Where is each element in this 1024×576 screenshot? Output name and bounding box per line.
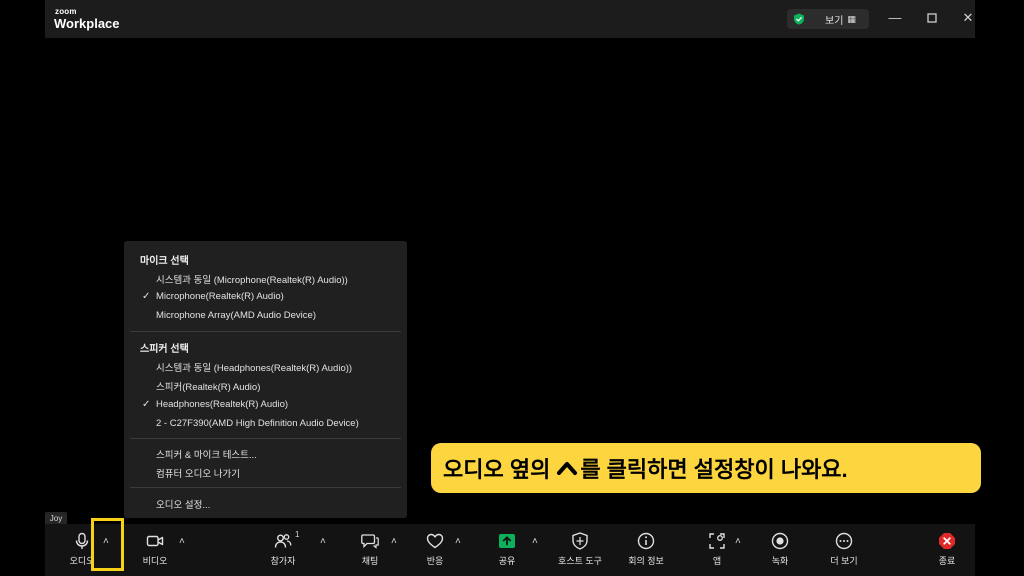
end-label: 종료 xyxy=(938,556,956,566)
apps-options-caret[interactable]: ˄ xyxy=(735,536,741,547)
test-speaker-mic-item[interactable]: 스피커 & 마이크 테스트... xyxy=(156,447,257,461)
chat-icon xyxy=(361,534,379,549)
mic-option-system[interactable]: 시스템과 동일 (Microphone(Realtek(R) Audio)) xyxy=(156,272,348,286)
more-dots-icon xyxy=(835,532,853,550)
speaker-option-realtek[interactable]: 스피커(Realtek(R) Audio) xyxy=(156,379,260,393)
meeting-toolbar: 오디오 ˄ 비디오 ˄ 참가자 1 ˄ 채팅 ˄ 반응 ˄ 공유 ˄ 호스트 도… xyxy=(45,524,975,576)
apps-icon xyxy=(709,533,725,549)
leave-computer-audio-item[interactable]: 컴퓨터 오디오 나가기 xyxy=(156,466,240,480)
audio-options-menu: 마이크 선택 시스템과 동일 (Microphone(Realtek(R) Au… xyxy=(124,241,407,518)
mic-section-header: 마이크 선택 xyxy=(140,256,189,267)
chat-button[interactable]: 채팅 xyxy=(355,524,385,576)
menu-divider xyxy=(130,438,401,439)
video-button[interactable]: 비디오 xyxy=(139,524,171,576)
chat-options-caret[interactable]: ˄ xyxy=(391,536,397,547)
microphone-icon xyxy=(75,532,89,549)
close-icon[interactable]: ✕ xyxy=(960,10,976,26)
audio-settings-item[interactable]: 오디오 설정... xyxy=(156,497,210,511)
meeting-info-button[interactable]: 회의 정보 xyxy=(623,524,669,576)
video-camera-icon xyxy=(146,535,164,547)
more-button[interactable]: 더 보기 xyxy=(827,524,861,576)
app-logo: Workplace xyxy=(54,16,120,31)
share-button[interactable]: 공유 xyxy=(492,524,522,576)
share-label: 공유 xyxy=(498,556,516,566)
grid-icon: ▦ xyxy=(847,13,856,24)
check-icon: ✓ xyxy=(142,291,151,302)
security-shield-icon xyxy=(794,13,804,25)
callout-text-before: 오디오 옆의 xyxy=(443,457,551,482)
apps-button[interactable]: 앱 xyxy=(705,524,729,576)
meeting-info-label: 회의 정보 xyxy=(628,556,664,566)
host-tools-button[interactable]: 호스트 도구 xyxy=(558,524,602,576)
video-options-caret[interactable]: ˄ xyxy=(179,536,185,547)
app-logo-small: zoom xyxy=(55,7,77,16)
maximize-icon[interactable] xyxy=(924,10,940,26)
speaker-option-c27f390[interactable]: 2 - C27F390(AMD High Definition Audio De… xyxy=(156,418,359,429)
participants-label: 참가자 xyxy=(270,556,296,566)
title-bar: zoom Workplace 보기 ▦ — ✕ xyxy=(45,0,975,38)
minimize-icon[interactable]: — xyxy=(887,10,903,26)
reactions-options-caret[interactable]: ˄ xyxy=(455,536,461,547)
heart-icon xyxy=(426,533,444,549)
info-icon xyxy=(637,532,655,550)
instruction-callout: 오디오 옆의 를 클릭하면 설정창이 나와요. xyxy=(431,443,981,493)
menu-divider xyxy=(130,487,401,488)
participants-icon xyxy=(274,534,292,548)
record-icon xyxy=(771,532,789,550)
apps-label: 앱 xyxy=(712,556,722,566)
share-options-caret[interactable]: ˄ xyxy=(532,536,538,547)
host-tools-label: 호스트 도구 xyxy=(558,556,602,566)
end-meeting-button[interactable]: 종료 xyxy=(933,524,961,576)
speaker-section-header: 스피커 선택 xyxy=(140,344,189,355)
check-icon: ✓ xyxy=(142,399,151,410)
mic-option-array[interactable]: Microphone Array(AMD Audio Device) xyxy=(156,310,316,321)
speaker-option-system[interactable]: 시스템과 동일 (Headphones(Realtek(R) Audio)) xyxy=(156,360,352,374)
participants-count: 1 xyxy=(295,530,300,539)
reactions-label: 반응 xyxy=(426,556,444,566)
more-label: 더 보기 xyxy=(830,556,858,566)
audio-caret-highlight xyxy=(91,518,124,571)
menu-divider xyxy=(130,331,401,332)
callout-text-after: 를 클릭하면 설정창이 나와요. xyxy=(580,457,848,482)
speaker-option-headphones[interactable]: Headphones(Realtek(R) Audio) xyxy=(156,399,288,410)
end-x-icon xyxy=(939,533,955,549)
host-tools-shield-icon xyxy=(572,532,588,550)
view-button[interactable]: 보기 ▦ xyxy=(787,9,869,29)
chat-label: 채팅 xyxy=(361,556,379,566)
view-label: 보기 xyxy=(825,15,844,27)
video-label: 비디오 xyxy=(142,556,168,566)
record-label: 녹화 xyxy=(771,556,789,566)
share-screen-icon xyxy=(499,534,515,548)
record-button[interactable]: 녹화 xyxy=(766,524,794,576)
chevron-up-icon xyxy=(557,462,578,475)
participants-options-caret[interactable]: ˄ xyxy=(320,536,326,547)
mic-option-realtek[interactable]: Microphone(Realtek(R) Audio) xyxy=(156,291,284,302)
reactions-button[interactable]: 반응 xyxy=(420,524,450,576)
